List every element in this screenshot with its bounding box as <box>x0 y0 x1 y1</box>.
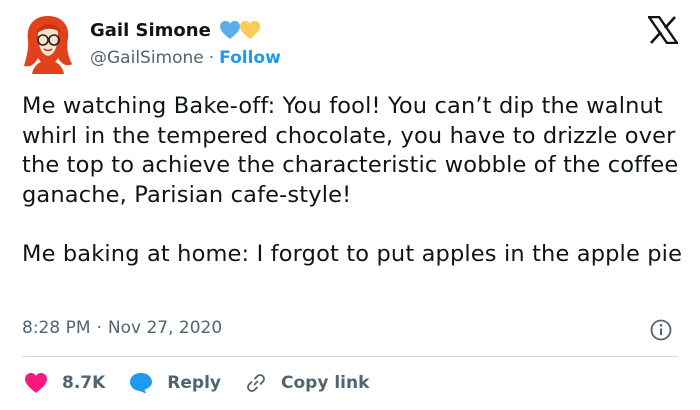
reply-button[interactable]: Reply <box>129 372 221 394</box>
reply-bubble-icon <box>129 372 153 394</box>
x-logo-icon[interactable] <box>646 15 680 45</box>
author-block: Gail Simone @GailSimone · Follow <box>90 18 281 69</box>
tweet-text: Me watching Bake-off: You fool! You can’… <box>22 92 692 269</box>
copy-link-label: Copy link <box>281 373 370 393</box>
link-icon <box>245 372 267 394</box>
divider <box>22 356 678 357</box>
copy-link-button[interactable]: Copy link <box>245 372 369 394</box>
follow-button[interactable]: Follow <box>219 48 281 68</box>
info-icon[interactable] <box>650 319 672 341</box>
tweet-date: Nov 27, 2020 <box>107 318 223 338</box>
badges <box>219 20 261 40</box>
action-bar: 8.7K Reply Copy link <box>24 368 393 398</box>
reply-label: Reply <box>167 373 221 393</box>
blue-heart-icon <box>219 20 240 40</box>
tweet-time: 8:28 PM <box>22 318 91 338</box>
timestamp[interactable]: 8:28 PM · Nov 27, 2020 <box>22 318 222 338</box>
yellow-heart-icon <box>239 20 260 40</box>
author-name[interactable]: Gail Simone <box>90 20 211 41</box>
separator: · <box>208 48 215 68</box>
like-button[interactable]: 8.7K <box>24 372 105 394</box>
heart-icon <box>24 372 48 394</box>
author-handle[interactable]: @GailSimone <box>90 48 204 68</box>
tweet-paragraph: Me baking at home: I forgot to put apple… <box>22 240 683 267</box>
tweet-paragraph: Me watching Bake-off: You fool! You can’… <box>22 93 679 208</box>
avatar[interactable] <box>22 14 74 74</box>
like-count: 8.7K <box>62 373 106 393</box>
separator: · <box>96 318 102 338</box>
